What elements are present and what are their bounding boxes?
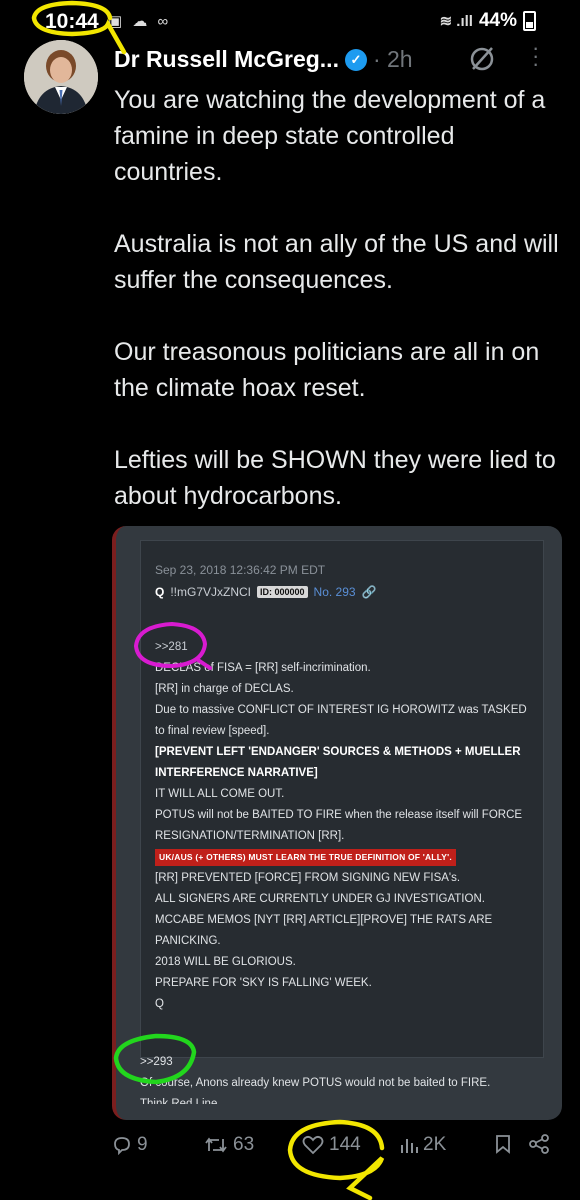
post-line: POTUS will not be BAITED TO FIRE when th…: [155, 809, 523, 842]
share-icon: [529, 1134, 549, 1154]
attached-image[interactable]: Sep 23, 2018 12:36:42 PM EDT Q !!mG7VJxZ…: [112, 526, 562, 1120]
post-line: DECLAS of FISA = [RR] self-incrimination…: [155, 658, 535, 679]
like-count: 144: [329, 1134, 361, 1155]
post-line-rest: of FISA = [RR] self-incrimination.: [204, 662, 371, 674]
q-post: Sep 23, 2018 12:36:42 PM EDT Q !!mG7VJxZ…: [140, 540, 544, 1058]
share-button[interactable]: [528, 1134, 550, 1154]
post-line: ALL SIGNERS ARE CURRENTLY UNDER GJ INVES…: [155, 893, 485, 905]
avatar-portrait-icon: [24, 40, 98, 114]
status-bar: 10:44 ▣ ☁ ∞ ≋ .ıll 44%: [0, 0, 580, 42]
heart-icon: [302, 1135, 324, 1155]
repost-icon: [205, 1137, 227, 1153]
post-reference: >>281: [155, 641, 188, 653]
post-line-prefix: DECLAS: [155, 662, 202, 674]
grok-icon[interactable]: [467, 44, 497, 74]
avatar[interactable]: [24, 40, 98, 114]
link-icon: 🔗: [361, 585, 377, 599]
tweet-timestamp[interactable]: · 2h: [373, 46, 413, 73]
tweet-paragraph: Lefties will be SHOWN they were lied to …: [114, 446, 556, 510]
post-header: Q !!mG7VJxZNCI ID: 000000 No. 293 🔗: [155, 585, 377, 599]
reply-reference: >>293: [140, 1056, 173, 1068]
post-signature: Q: [155, 998, 164, 1010]
post-author: Q: [155, 585, 165, 599]
reply-text: Of course, Anons already knew POTUS woul…: [140, 1077, 491, 1089]
like-button[interactable]: 144: [302, 1134, 361, 1156]
post-line: 2018 WILL BE GLORIOUS.: [155, 956, 296, 968]
reply-button[interactable]: 9: [112, 1134, 148, 1156]
tweet-author-line: Dr Russell McGreg... ✓ · 2h: [114, 46, 413, 73]
verified-badge-icon[interactable]: ✓: [344, 48, 367, 71]
repost-button[interactable]: 63: [204, 1134, 254, 1156]
post-line-bold: [PREVENT LEFT 'ENDANGER' SOURCES & METHO…: [155, 746, 521, 779]
reply-icon: [114, 1137, 130, 1155]
post-number: No. 293: [313, 585, 356, 599]
wifi-signal-icon: ≋ .ıll: [439, 13, 473, 30]
battery-icon: [523, 11, 536, 31]
post-line: IT WILL ALL COME OUT.: [155, 788, 285, 800]
post-line: [RR] PREVENTED [FORCE] FROM SIGNING NEW …: [155, 872, 461, 884]
tweet-paragraph: Our treasonous politicians are all in on…: [114, 338, 540, 402]
repost-count: 63: [233, 1134, 255, 1155]
red-highlight-line: UK/AUS (+ OTHERS) MUST LEARN THE TRUE DE…: [155, 849, 456, 866]
post-date: Sep 23, 2018 12:36:42 PM EDT: [155, 563, 326, 577]
reply-text-cut: Think Red Line.: [140, 1098, 221, 1104]
post-line: MCCABE MEMOS [NYT [RR] ARTICLE][PROVE] T…: [155, 914, 493, 947]
status-right: ≋ .ıll 44%: [440, 10, 536, 32]
bookmark-icon: [496, 1135, 510, 1154]
battery-level: 44%: [478, 10, 517, 31]
post-id-badge: ID: 000000: [257, 586, 308, 598]
status-time: 10:44: [45, 10, 99, 33]
post-line: UK/AUS (+ OTHERS) MUST LEARN THE TRUE DE…: [155, 847, 535, 868]
post-line: [RR] in charge of DECLAS.: [155, 683, 294, 695]
post-body: >>281 DECLAS of FISA = [RR] self-incrimi…: [155, 637, 535, 1015]
post-tripcode: !!mG7VJxZNCI: [170, 585, 252, 599]
views-icon: [401, 1139, 418, 1153]
post-line: PREPARE FOR 'SKY IS FALLING' WEEK.: [155, 977, 372, 989]
tweet-paragraph: Australia is not an ally of the US and w…: [114, 230, 559, 294]
reply-post: >>293 Of course, Anons already knew POTU…: [140, 1052, 544, 1104]
post-line: Due to massive CONFLICT OF INTEREST IG H…: [155, 704, 527, 737]
tweet-paragraph: You are watching the development of a fa…: [114, 86, 546, 186]
view-count: 2K: [423, 1134, 447, 1155]
tweet-actions: 9 63 144 2K: [0, 1134, 580, 1168]
bookmark-button[interactable]: [495, 1134, 511, 1154]
notification-icons: ▣ ☁ ∞: [108, 13, 172, 30]
post-line: [PREVENT LEFT 'ENDANGER' SOURCES & METHO…: [155, 742, 535, 784]
more-options-icon[interactable]: · · ·: [532, 37, 539, 75]
reply-count: 9: [137, 1134, 148, 1155]
author-name[interactable]: Dr Russell McGreg...: [114, 46, 339, 73]
tweet-text: You are watching the development of a fa…: [114, 82, 566, 550]
views-button[interactable]: 2K: [400, 1134, 446, 1156]
